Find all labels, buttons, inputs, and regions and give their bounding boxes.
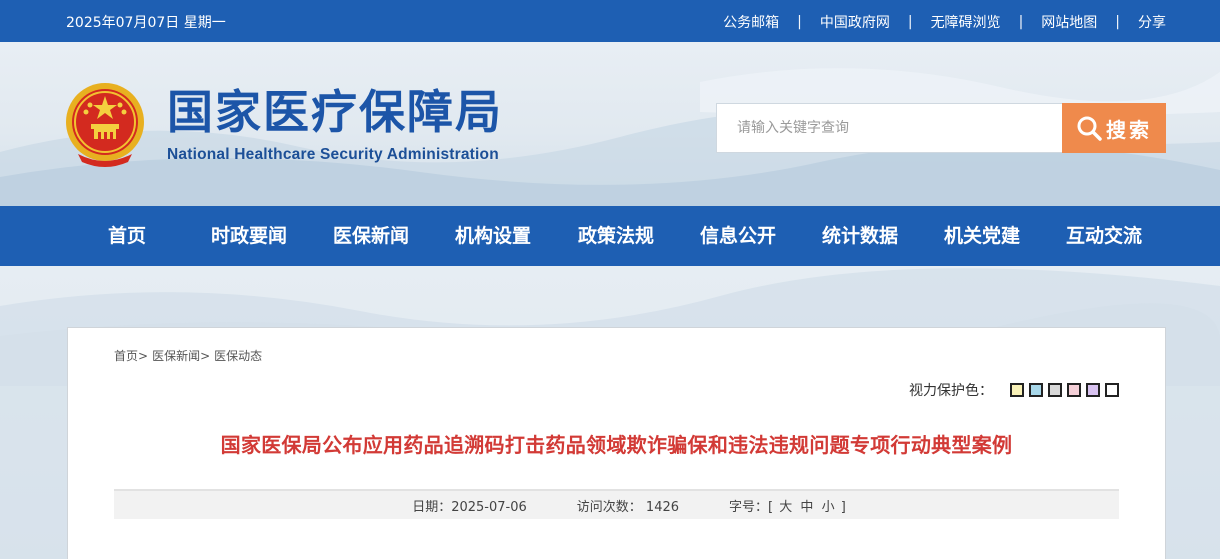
nav-item-policies[interactable]: 政策法规 [578, 206, 654, 266]
search-input[interactable] [716, 103, 1062, 153]
font-size-bracket-close: ] [840, 499, 846, 515]
visits-value: 1426 [645, 499, 680, 515]
nav-item-organization[interactable]: 机构设置 [455, 206, 531, 266]
swatch-blue[interactable] [1029, 383, 1043, 397]
link-accessibility[interactable]: 无障碍浏览 [931, 12, 1001, 32]
site-title-en: National Healthcare Security Administrat… [167, 146, 499, 163]
font-size-label: 字号： [729, 499, 769, 515]
font-size-medium[interactable]: 中 [800, 500, 813, 515]
separator: | [797, 14, 802, 30]
date-value: 2025-07-06 [451, 499, 527, 515]
search-box: 搜索 [716, 103, 1166, 153]
nav-item-healthcare-news[interactable]: 医保新闻 [333, 206, 409, 266]
separator: | [907, 14, 913, 30]
date-label: 日期： [412, 499, 452, 515]
separator: | [1115, 14, 1120, 30]
vision-label: 视力保护色： [909, 383, 993, 399]
link-mailbox[interactable]: 公务邮箱 [723, 12, 779, 32]
national-emblem-icon[interactable] [64, 82, 146, 168]
breadcrumb-healthcare-news[interactable]: 医保新闻> [152, 347, 210, 364]
link-sitemap[interactable]: 网站地图 [1041, 12, 1097, 32]
font-size-bracket-open: [ [768, 499, 774, 515]
font-size-large[interactable]: 大 [779, 500, 792, 515]
swatch-white[interactable] [1105, 383, 1119, 397]
nav-item-disclosure[interactable]: 信息公开 [700, 206, 776, 266]
top-links: 公务邮箱 | 中国政府网 | 无障碍浏览 | 网站地图 | 分享 [723, 12, 1166, 32]
font-size-control: 字号：[ 大 中 小 ] [729, 496, 846, 515]
separator: | [1018, 14, 1024, 30]
vision-protection-colors: 视力保护色： [909, 380, 1119, 400]
font-size-small[interactable]: 小 [822, 500, 835, 515]
header-banner: 国家医疗保障局 National Healthcare Security Adm… [0, 42, 1220, 206]
search-button-label: 搜索 [1106, 117, 1152, 142]
nav-item-interaction[interactable]: 互动交流 [1066, 206, 1142, 266]
article-title: 国家医保局公布应用药品追溯码打击药品领域欺诈骗保和违法违规问题专项行动典型案例 [220, 433, 1013, 457]
article-visits: 访问次数： 1426 [577, 496, 679, 515]
top-bar: 2025年07月07日 星期一 公务邮箱 | 中国政府网 | 无障碍浏览 | 网… [0, 0, 1220, 42]
search-button[interactable]: 搜索 [1062, 103, 1166, 153]
swatch-purple[interactable] [1086, 383, 1100, 397]
link-gov-portal[interactable]: 中国政府网 [820, 12, 890, 32]
main-nav: 首页 时政要闻 医保新闻 机构设置 政策法规 信息公开 统计数据 机关党建 互动… [0, 206, 1220, 266]
breadcrumb: 首页> 医保新闻> 医保动态 [114, 347, 262, 364]
nav-item-statistics[interactable]: 统计数据 [822, 206, 898, 266]
nav-item-party-building[interactable]: 机关党建 [944, 206, 1020, 266]
article-meta: 日期：2025-07-06 访问次数： 1426 字号：[ 大 中 小 ] [114, 489, 1119, 519]
article-date: 日期：2025-07-06 [412, 496, 527, 515]
current-date: 2025年07月07日 星期一 [66, 15, 226, 31]
article-card: 首页> 医保新闻> 医保动态 视力保护色： 国家医保局公布应用药品追溯码打击药品… [67, 327, 1166, 559]
breadcrumb-healthcare-updates[interactable]: 医保动态 [214, 347, 262, 364]
swatch-yellow[interactable] [1010, 383, 1024, 397]
swatch-gray[interactable] [1048, 383, 1062, 397]
search-icon [1077, 116, 1102, 141]
nav-item-politics-news[interactable]: 时政要闻 [211, 206, 287, 266]
visits-label: 访问次数： [576, 499, 642, 515]
nav-item-home[interactable]: 首页 [108, 206, 146, 266]
site-title-cn[interactable]: 国家医疗保障局 [167, 89, 503, 135]
link-share[interactable]: 分享 [1138, 12, 1166, 32]
swatch-pink[interactable] [1067, 383, 1081, 397]
breadcrumb-home[interactable]: 首页> [114, 347, 148, 364]
